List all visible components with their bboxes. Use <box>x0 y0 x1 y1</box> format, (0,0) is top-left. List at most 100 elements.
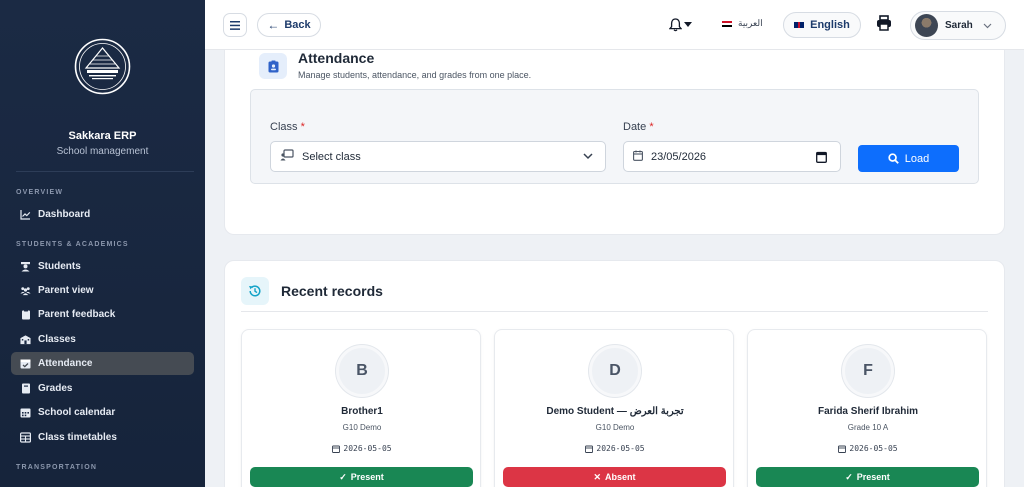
sidebar-item-label: Classes <box>38 334 76 345</box>
language-english-label: English <box>810 19 850 31</box>
date-field-label: Date * <box>623 121 654 133</box>
sidebar-item-label: Parent view <box>38 285 94 296</box>
page-subtitle: Manage students, attendance, and grades … <box>298 70 532 80</box>
history-icon <box>241 277 269 305</box>
sidebar-item-students[interactable]: Students <box>11 255 194 278</box>
back-label: Back <box>284 19 311 31</box>
sidebar-item-class-timetables[interactable]: Class timetables <box>11 426 194 449</box>
sidebar-item-label: Class timetables <box>38 432 117 443</box>
language-english-button[interactable]: English <box>783 12 861 38</box>
student-name: Farida Sherif Ibrahim <box>817 406 919 417</box>
user-name: Sarah <box>945 20 973 31</box>
calendar-check-icon <box>20 358 31 369</box>
recent-divider <box>241 311 988 312</box>
school-logo[interactable] <box>74 38 131 95</box>
egypt-flag-icon <box>722 20 732 27</box>
sidebar-item-classes[interactable]: Classes <box>11 328 194 351</box>
sidebar-item-parent-view[interactable]: Parent view <box>11 279 194 302</box>
calendar-icon <box>838 445 847 453</box>
calendar-icon <box>633 150 643 164</box>
status-badge-present: ✓ Present <box>250 467 473 487</box>
class-field-label: Class * <box>270 121 305 133</box>
print-button[interactable] <box>876 15 894 33</box>
page-title: Attendance <box>298 50 375 66</box>
search-icon <box>888 153 899 164</box>
sidebar-item-school-calendar[interactable]: School calendar <box>11 401 194 424</box>
book-icon <box>20 383 31 394</box>
sidebar-item-parent-feedback[interactable]: Parent feedback <box>11 303 194 326</box>
brand-name: Sakkara ERP <box>68 130 137 142</box>
date-input-value: 23/05/2026 <box>651 150 707 163</box>
status-label: Absent <box>605 472 636 482</box>
table-icon <box>20 432 31 443</box>
required-mark: * <box>300 121 305 133</box>
user-menu-button[interactable]: Sarah <box>910 11 1006 40</box>
student-initial-avatar: F <box>842 345 894 397</box>
clipboard-icon <box>20 309 31 320</box>
sidebar-item-attendance[interactable]: Attendance <box>11 352 194 375</box>
users-icon <box>20 285 31 296</box>
record-date-value: 2026-05-05 <box>849 444 898 453</box>
calendar-icon <box>332 445 341 453</box>
record-date: 2026-05-05 <box>242 444 482 453</box>
chevron-down-icon <box>983 23 992 28</box>
chevron-down-icon <box>583 153 593 160</box>
record-card[interactable]: D Demo Student — تجربة العرض G10 Demo 20… <box>494 329 734 487</box>
uk-flag-icon <box>794 22 805 28</box>
calendar-icon <box>585 445 594 453</box>
section-label-overview: OVERVIEW <box>16 189 64 196</box>
x-mark-icon: ✕ <box>593 471 602 482</box>
student-name: Demo Student — تجربة العرض <box>546 406 684 417</box>
load-label: Load <box>904 152 930 165</box>
language-arabic-label: العربية <box>738 18 763 28</box>
language-arabic-button[interactable]: العربية <box>722 18 763 29</box>
status-badge-absent: ✕ Absent <box>503 467 726 487</box>
bell-icon <box>669 18 682 32</box>
student-initial-avatar: B <box>336 345 388 397</box>
check-icon: ✓ <box>845 471 853 482</box>
student-class: Grade 10 A <box>847 423 889 432</box>
caret-down-icon <box>684 22 692 27</box>
school-icon <box>20 334 31 345</box>
section-label-students: STUDENTS & ACADEMICS <box>16 241 129 248</box>
class-label-text: Class <box>270 121 298 133</box>
student-name: Brother1 <box>341 406 383 417</box>
required-mark: * <box>649 121 654 133</box>
student-class: G10 Demo <box>595 423 635 432</box>
status-label: Present <box>350 472 384 482</box>
class-select[interactable]: Select class <box>270 141 606 172</box>
recent-records-title: Recent records <box>281 283 383 299</box>
sidebar-item-dashboard[interactable]: Dashboard <box>11 203 194 226</box>
check-icon: ✓ <box>339 471 347 482</box>
date-input[interactable]: 23/05/2026 <box>623 141 841 172</box>
notifications-button[interactable] <box>669 15 695 35</box>
record-date: 2026-05-05 <box>748 444 988 453</box>
section-label-transport: TRANSPORTATION <box>16 464 98 471</box>
sidebar-item-grades[interactable]: Grades <box>11 377 194 400</box>
back-button[interactable]: ← Back <box>257 13 321 37</box>
id-badge-icon <box>259 53 287 79</box>
menu-toggle-button[interactable] <box>223 13 247 37</box>
calendar-picker-icon[interactable] <box>816 151 827 163</box>
record-date-value: 2026-05-05 <box>343 444 392 453</box>
date-label-text: Date <box>623 121 647 133</box>
record-date-value: 2026-05-05 <box>596 444 645 453</box>
chart-line-icon <box>20 209 31 220</box>
printer-icon <box>877 15 891 31</box>
graduate-icon <box>20 261 31 272</box>
sidebar-divider <box>16 171 194 172</box>
sidebar-item-label: Grades <box>38 383 73 394</box>
sidebar-item-label: Attendance <box>38 358 93 369</box>
record-card[interactable]: F Farida Sherif Ibrahim Grade 10 A 2026-… <box>747 329 987 487</box>
load-button[interactable]: Load <box>858 145 959 172</box>
record-date: 2026-05-05 <box>495 444 735 453</box>
top-bar: ← Back العربية English Sarah <box>205 0 1024 50</box>
hamburger-icon <box>230 20 240 30</box>
record-card[interactable]: B Brother1 G10 Demo 2026-05-05 ✓ Present <box>241 329 481 487</box>
calendar-icon <box>20 407 31 418</box>
sidebar-item-label: Dashboard <box>38 209 91 220</box>
brand-subtitle: School management <box>56 146 149 157</box>
student-initial-avatar: D <box>589 345 641 397</box>
chalkboard-user-icon <box>280 149 294 164</box>
sidebar-item-label: Parent feedback <box>38 309 116 320</box>
